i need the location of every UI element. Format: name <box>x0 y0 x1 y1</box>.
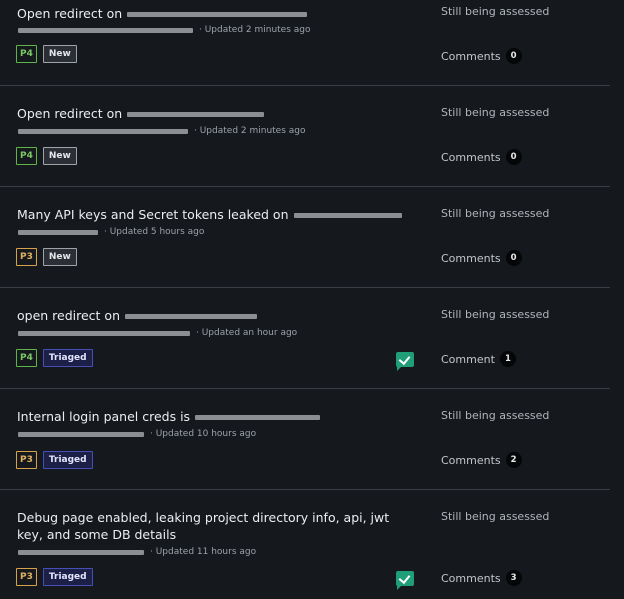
report-title[interactable]: Many API keys and Secret tokens leaked o… <box>17 206 412 223</box>
comments-link[interactable]: Comments 2 <box>441 452 522 468</box>
check-comment-icon <box>396 352 414 371</box>
report-row[interactable]: Many API keys and Secret tokens leaked o… <box>0 187 610 288</box>
redacted-text <box>195 415 321 420</box>
redacted-text <box>18 330 190 336</box>
redacted-text <box>293 213 402 218</box>
state-badge: Triaged <box>42 568 93 586</box>
badges: P3 Triaged <box>16 451 93 469</box>
badges: P4 Triaged <box>16 349 93 367</box>
check-comment-icon <box>396 571 414 590</box>
status-text: Still being assessed <box>441 409 550 422</box>
state-badge: Triaged <box>42 451 93 469</box>
badges: P3 New <box>16 248 77 266</box>
badges: P4 New <box>16 45 77 63</box>
status-text: Still being assessed <box>441 106 550 119</box>
report-meta: · Updated an hour ago <box>18 328 297 338</box>
updated-time: · Updated an hour ago <box>196 328 298 338</box>
report-title[interactable]: Debug page enabled, leaking project dire… <box>17 509 412 543</box>
state-badge: New <box>42 45 77 63</box>
report-row[interactable]: open redirect on · Updated an hour ago P… <box>0 288 610 389</box>
updated-time: · Updated 11 hours ago <box>150 547 257 557</box>
updated-time: · Updated 2 minutes ago <box>194 126 306 136</box>
comments-label: Comments <box>441 251 501 265</box>
state-badge: New <box>42 147 77 165</box>
redacted-text <box>18 27 193 33</box>
redacted-text <box>18 128 188 134</box>
severity-badge: P4 <box>16 349 37 367</box>
report-meta: · Updated 2 minutes ago <box>18 25 311 35</box>
comments-count: 2 <box>505 452 522 468</box>
status-text: Still being assessed <box>441 510 550 523</box>
report-row[interactable]: Debug page enabled, leaking project dire… <box>0 490 610 599</box>
comments-count: 0 <box>505 149 522 165</box>
report-title[interactable]: Open redirect on <box>17 5 412 22</box>
redacted-text <box>18 229 98 235</box>
comments-link[interactable]: Comments 0 <box>441 250 522 266</box>
comments-label: Comments <box>441 571 501 585</box>
status-text: Still being assessed <box>441 5 550 18</box>
severity-badge: P3 <box>16 451 37 469</box>
comments-count: 0 <box>505 250 522 266</box>
status-text: Still being assessed <box>441 308 550 321</box>
report-title[interactable]: Open redirect on <box>17 105 412 122</box>
report-meta: · Updated 2 minutes ago <box>18 126 306 136</box>
state-badge: New <box>42 248 77 266</box>
comments-label: Comment <box>441 352 495 366</box>
report-title[interactable]: open redirect on <box>17 307 412 324</box>
redacted-text <box>18 431 144 437</box>
badges: P4 New <box>16 147 77 165</box>
report-title[interactable]: Internal login panel creds is <box>17 408 412 425</box>
updated-time: · Updated 5 hours ago <box>104 227 205 237</box>
redacted-text <box>127 112 265 117</box>
severity-badge: P4 <box>16 45 37 63</box>
comments-count: 0 <box>505 48 522 64</box>
comments-link[interactable]: Comments 3 <box>441 570 522 586</box>
comments-label: Comments <box>441 49 501 63</box>
state-badge: Triaged <box>42 349 93 367</box>
redacted-text <box>18 549 144 555</box>
updated-time: · Updated 2 minutes ago <box>199 25 311 35</box>
report-row[interactable]: Open redirect on · Updated 2 minutes ago… <box>0 86 610 187</box>
report-meta: · Updated 11 hours ago <box>18 547 256 557</box>
report-row[interactable]: Open redirect on · Updated 2 minutes ago… <box>0 0 610 86</box>
report-meta: · Updated 5 hours ago <box>18 227 204 237</box>
comments-link[interactable]: Comments 0 <box>441 149 522 165</box>
comments-link[interactable]: Comment 1 <box>441 351 516 367</box>
comments-link[interactable]: Comments 0 <box>441 48 522 64</box>
status-text: Still being assessed <box>441 207 550 220</box>
comments-label: Comments <box>441 150 501 164</box>
redacted-text <box>127 12 308 17</box>
severity-badge: P3 <box>16 248 37 266</box>
comments-count: 3 <box>505 570 522 586</box>
severity-badge: P4 <box>16 147 37 165</box>
redacted-text <box>125 314 258 319</box>
report-meta: · Updated 10 hours ago <box>18 429 256 439</box>
badges: P3 Triaged <box>16 568 93 586</box>
comments-count: 1 <box>499 351 516 367</box>
report-list: Open redirect on · Updated 2 minutes ago… <box>0 0 624 599</box>
severity-badge: P3 <box>16 568 37 586</box>
updated-time: · Updated 10 hours ago <box>150 429 257 439</box>
comments-label: Comments <box>441 453 501 467</box>
report-row[interactable]: Internal login panel creds is · Updated … <box>0 389 610 490</box>
